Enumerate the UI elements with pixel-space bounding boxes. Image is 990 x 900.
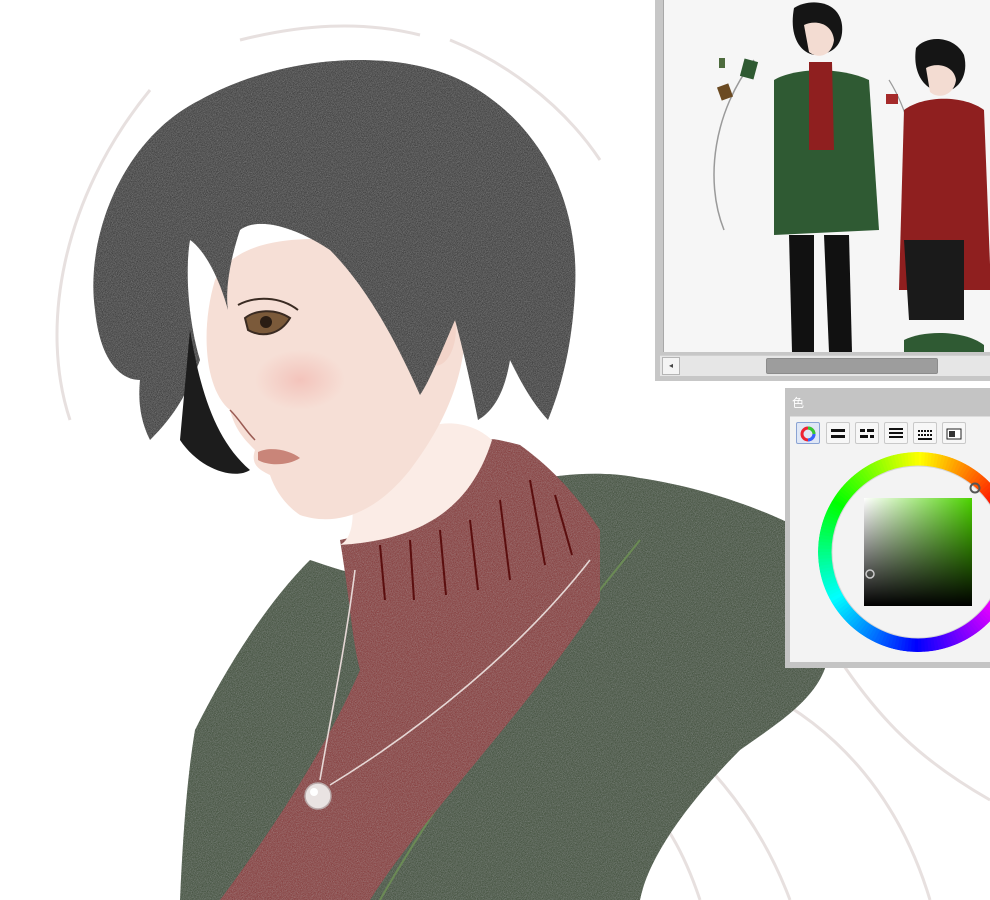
tab-color-set[interactable] [884, 422, 908, 444]
color-panel-body [790, 416, 990, 662]
navigator-scrollbar[interactable]: ◂ [660, 355, 990, 376]
navigator-preview[interactable] [663, 0, 990, 352]
tab-intermediate-color[interactable] [913, 422, 937, 444]
scrollbar-thumb[interactable] [766, 358, 938, 374]
panel-titlebar[interactable]: 色 [785, 388, 990, 416]
tab-hsv-sliders[interactable] [855, 422, 879, 444]
navigator-window: ◂ [655, 0, 990, 381]
approximate-color-icon [946, 428, 962, 440]
color-picker [818, 452, 990, 652]
tab-approximate-color[interactable] [942, 422, 966, 444]
hsv-sliders-icon [860, 428, 874, 439]
color-set-icon [889, 428, 903, 438]
panel-title: 色 [792, 396, 805, 410]
color-panel: 色 [785, 388, 990, 668]
color-wheel-area [818, 452, 990, 652]
hue-circle-icon [800, 426, 816, 442]
reference-thumbnail [713, 2, 990, 352]
necklace-pendant [304, 782, 332, 810]
intermediate-color-icon [918, 430, 932, 440]
scroll-left-button[interactable]: ◂ [662, 357, 680, 375]
tab-rgb-sliders[interactable] [826, 422, 850, 444]
rgb-sliders-icon [831, 429, 845, 438]
tab-hue-circle[interactable] [796, 422, 820, 444]
